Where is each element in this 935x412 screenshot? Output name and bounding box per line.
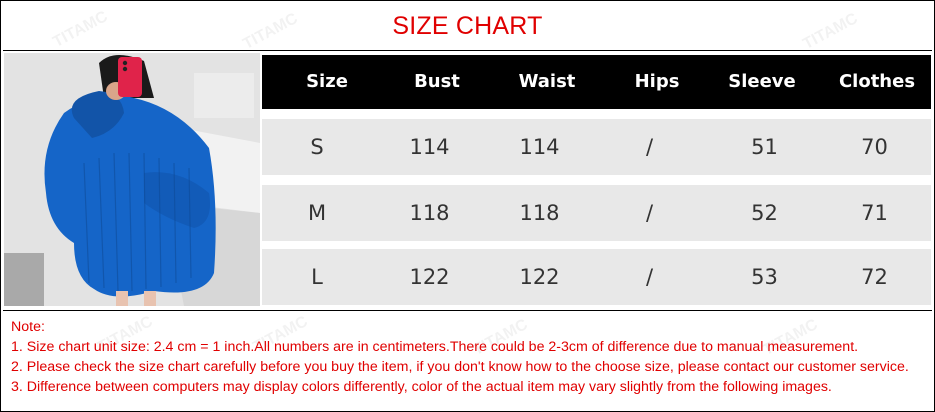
table-cell: 114 [409,135,450,159]
table-row: L 122 122 / 53 72 [262,249,931,305]
table-header: Size Bust Waist Hips Sleeve Clothes [262,55,931,109]
table-cell: 53 [751,265,778,289]
table-cell: 118 [519,201,560,225]
table-cell: 118 [409,201,450,225]
table-cell: L [311,265,323,289]
table-row: M 118 118 / 52 71 [262,185,931,241]
table-cell: S [310,135,324,159]
title-bar: SIZE CHART [3,3,932,51]
notes-section: Note: 1. Size chart unit size: 2.4 cm = … [3,310,932,411]
note-heading: Note: [11,319,45,335]
table-cell: 51 [751,135,778,159]
table-row: S 114 114 / 51 70 [262,119,931,175]
table-cell: M [307,201,327,225]
table-cell: 71 [861,201,888,225]
size-chart-frame: TITAMC TITAMC TITAMC TITAMC TITAMC TITAM… [0,0,935,412]
column-header-sleeve: Sleeve [728,71,796,92]
table-cell: / [645,201,654,225]
product-photo [4,53,260,306]
table-cell: 70 [861,135,888,159]
note-item: 1. Size chart unit size: 2.4 cm = 1 inch… [11,339,859,355]
size-table: Size Bust Waist Hips Sleeve Clothes S 11… [261,53,932,306]
note-item: 2. Please check the size chart carefully… [11,359,909,375]
table-cell: 52 [751,201,778,225]
table-cell: 72 [861,265,888,289]
table-cell: 122 [519,265,560,289]
note-item: 3. Difference between computers may disp… [11,379,832,395]
table-cell: / [645,135,654,159]
model-in-blue-sweater-image [4,53,260,306]
column-header-clothes: Clothes [838,71,916,92]
page-title: SIZE CHART [392,12,543,40]
table-cell: / [645,265,654,289]
table-cell: 114 [519,135,560,159]
table-cell: 122 [409,265,450,289]
